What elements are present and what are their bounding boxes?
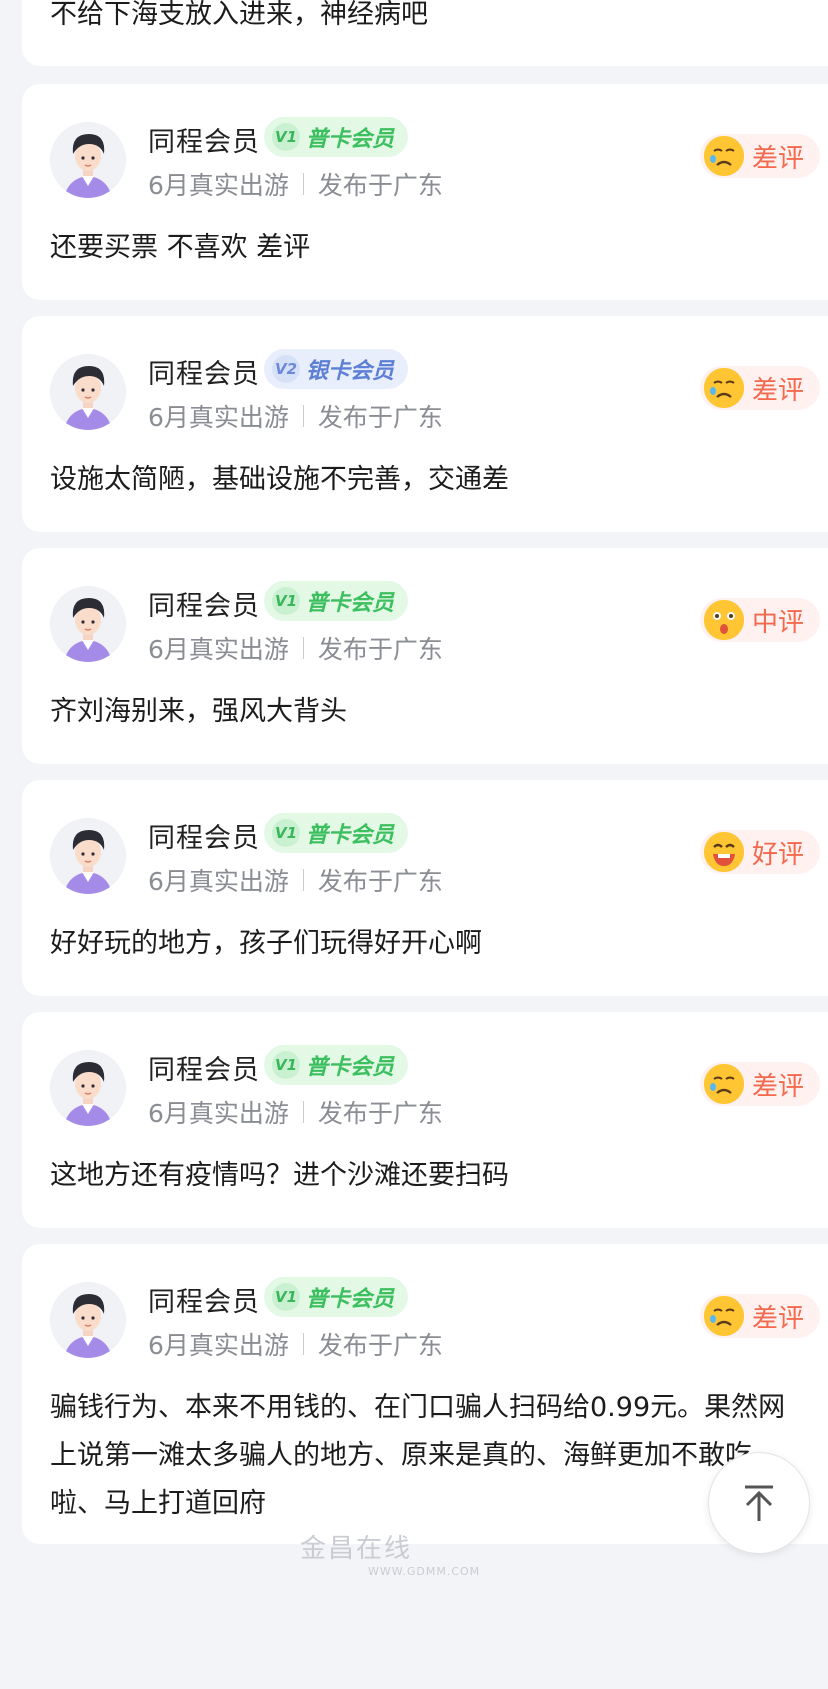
sad-face-icon: [703, 1296, 744, 1336]
rating-tag: 差评: [699, 134, 820, 178]
member-badge: V1 普卡会员: [264, 1277, 409, 1317]
rating-label: 差评: [751, 1303, 804, 1334]
sad-face-icon: [703, 136, 744, 176]
trip-date: 6月真实出游: [148, 867, 289, 896]
review-text: 好好玩的地方，孩子们玩得好开心啊: [50, 928, 482, 959]
review-card[interactable]: 同程会员 V1 普卡会员 6月真实出游 发布于广东 中评 齐刘海别来，强风大背头: [22, 548, 828, 764]
review-meta: 6月真实出游 发布于广东: [148, 630, 443, 666]
member-level: V1: [272, 587, 300, 615]
rating-label: 差评: [751, 1071, 804, 1102]
review-meta: 6月真实出游 发布于广东: [148, 862, 443, 898]
member-tier: 普卡会员: [306, 127, 395, 152]
rating-label: 差评: [751, 143, 804, 174]
member-tier: 普卡会员: [306, 1287, 395, 1312]
watermark-brand: 金昌在线: [300, 1534, 413, 1564]
post-location: 发布于广东: [317, 635, 443, 664]
member-tier: 普卡会员: [306, 1055, 395, 1080]
arrow-up-icon: [745, 1485, 773, 1521]
member-badge: V2 银卡会员: [264, 349, 409, 389]
watermark: 金昌在线 WWW.GDMM.COM: [300, 1528, 480, 1578]
trip-date: 6月真实出游: [148, 635, 289, 664]
member-tier: 普卡会员: [306, 591, 395, 616]
user-name: 同程会员: [148, 1287, 260, 1318]
avatar[interactable]: [50, 1050, 126, 1126]
post-location: 发布于广东: [317, 1099, 443, 1128]
avatar[interactable]: [50, 122, 126, 198]
review-text: 骗钱行为、本来不用钱的、在门口骗人扫码给0.99元。果然网上说第一滩太多骗人的地…: [50, 1392, 786, 1519]
trip-date: 6月真实出游: [148, 403, 289, 432]
trip-date: 6月真实出游: [148, 1331, 289, 1360]
user-name: 同程会员: [148, 1055, 260, 1086]
user-name: 同程会员: [148, 127, 260, 158]
review-text: 还要买票 不喜欢 差评: [50, 232, 311, 263]
divider: [302, 1101, 304, 1123]
review-card: 不给下海支放入进来，神经病吧: [22, 0, 828, 66]
avatar[interactable]: [50, 818, 126, 894]
avatar[interactable]: [50, 586, 126, 662]
member-level: V2: [272, 355, 300, 383]
back-to-top-button[interactable]: [708, 1452, 810, 1554]
review-card[interactable]: 同程会员 V1 普卡会员 6月真实出游 发布于广东 差评 这地方还有疫情吗？进个沙滩还要扫码: [22, 1012, 828, 1228]
review-meta: 6月真实出游 发布于广东: [148, 398, 443, 434]
review-text: 齐刘海别来，强风大背头: [50, 696, 347, 727]
divider: [302, 173, 304, 195]
review-text: 设施太简陋，基础设施不完善，交通差: [50, 464, 509, 495]
member-level: V1: [272, 123, 300, 151]
member-tier: 普卡会员: [306, 823, 395, 848]
watermark-url: WWW.GDMM.COM: [368, 1565, 481, 1578]
rating-tag: 中评: [699, 598, 820, 642]
member-level: V1: [272, 1283, 300, 1311]
review-meta: 6月真实出游 发布于广东: [148, 166, 443, 202]
post-location: 发布于广东: [317, 403, 443, 432]
member-level: V1: [272, 1051, 300, 1079]
surprised-face-icon: [703, 600, 744, 640]
happy-face-icon: [703, 832, 744, 872]
rating-tag: 差评: [699, 1062, 820, 1106]
sad-face-icon: [703, 368, 744, 408]
review-card[interactable]: 同程会员 V1 普卡会员 6月真实出游 发布于广东 差评 还要买票 不喜欢 差评: [22, 84, 828, 300]
divider: [302, 637, 304, 659]
rating-tag: 差评: [699, 366, 820, 410]
review-text: 这地方还有疫情吗？进个沙滩还要扫码: [50, 1160, 509, 1191]
user-name: 同程会员: [148, 823, 260, 854]
trip-date: 6月真实出游: [148, 1099, 289, 1128]
review-card[interactable]: 同程会员 V1 普卡会员 6月真实出游 发布于广东 好评 好好玩的地方，孩子们玩得好开心啊: [22, 780, 828, 996]
review-card[interactable]: 同程会员 V2 银卡会员 6月真实出游 发布于广东 差评 设施太简陋，基础设施不完善，交通差: [22, 316, 828, 532]
rating-tag: 好评: [699, 830, 820, 874]
member-level: V1: [272, 819, 300, 847]
avatar[interactable]: [50, 1282, 126, 1358]
review-meta: 6月真实出游 发布于广东: [148, 1094, 443, 1130]
rating-label: 差评: [751, 375, 804, 406]
member-badge: V1 普卡会员: [264, 581, 409, 621]
post-location: 发布于广东: [317, 171, 443, 200]
sad-face-icon: [703, 1064, 744, 1104]
trip-date: 6月真实出游: [148, 171, 289, 200]
member-tier: 银卡会员: [306, 359, 395, 384]
divider: [302, 405, 304, 427]
member-badge: V1 普卡会员: [264, 813, 409, 853]
post-location: 发布于广东: [317, 1331, 443, 1360]
member-badge: V1 普卡会员: [264, 1045, 409, 1085]
divider: [302, 1333, 304, 1355]
rating-tag: 差评: [699, 1294, 820, 1338]
rating-label: 中评: [751, 607, 804, 638]
user-name: 同程会员: [148, 359, 260, 390]
member-badge: V1 普卡会员: [264, 117, 409, 157]
avatar[interactable]: [50, 354, 126, 430]
post-location: 发布于广东: [317, 867, 443, 896]
divider: [302, 869, 304, 891]
review-meta: 6月真实出游 发布于广东: [148, 1326, 443, 1362]
review-text: 不给下海支放入进来，神经病吧: [50, 0, 428, 30]
rating-label: 好评: [751, 839, 804, 870]
user-name: 同程会员: [148, 591, 260, 622]
